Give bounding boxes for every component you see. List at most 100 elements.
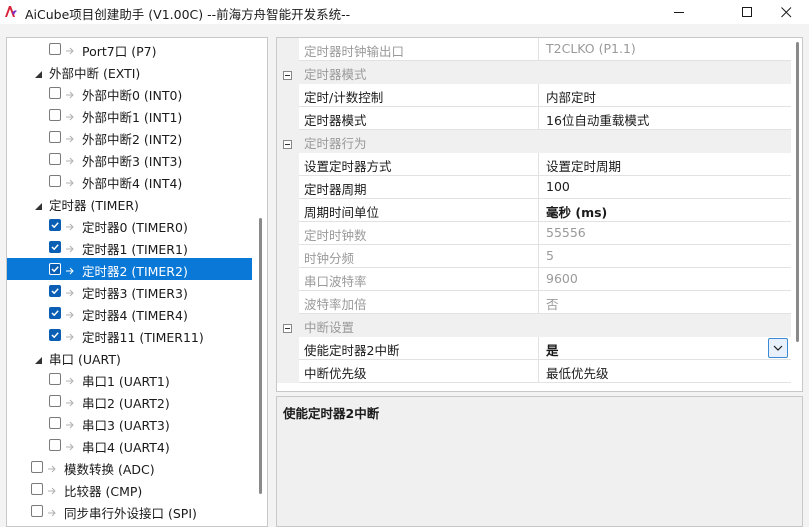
arrow-right-icon — [65, 330, 75, 341]
tree-item[interactable]: 定时器1 (TIMER1) — [7, 236, 252, 258]
tree-item[interactable]: 串口2 (UART2) — [7, 390, 252, 412]
property-value[interactable]: 设置定时周期 — [539, 153, 791, 176]
expand-chevron-icon[interactable] — [34, 199, 43, 210]
property-name: 定时器周期 — [299, 176, 539, 199]
expand-chevron-icon[interactable] — [34, 67, 43, 78]
tree-item[interactable]: 定时器2 (TIMER2) — [7, 258, 252, 280]
tree-item[interactable]: 定时器4 (TIMER4) — [7, 302, 252, 324]
tree-group-item[interactable]: 外部中断 (EXTI) — [7, 60, 252, 82]
tree-item-label: 串口1 (UART1) — [82, 374, 170, 389]
minimize-button[interactable] — [656, 0, 702, 24]
arrow-right-icon — [65, 440, 75, 451]
tree-item[interactable]: 定时器3 (TIMER3) — [7, 280, 252, 302]
collapse-toggle-icon[interactable] — [283, 68, 292, 80]
tree-item-label: 定时器2 (TIMER2) — [82, 264, 188, 279]
arrow-right-icon — [65, 286, 75, 297]
property-gutter — [277, 107, 299, 130]
checked-checkbox[interactable] — [49, 263, 61, 275]
property-category[interactable]: 定时器行为 — [277, 130, 791, 153]
property-row[interactable]: 使能定时器2中断是 — [277, 337, 791, 360]
property-gutter — [277, 84, 299, 107]
property-category-label: 定时器模式 — [304, 67, 367, 82]
checkbox[interactable] — [31, 505, 43, 517]
property-row[interactable]: 周期时间单位 毫秒 (ms) — [277, 199, 791, 222]
property-value[interactable]: 内部定时 — [539, 84, 791, 107]
property-value[interactable]: 最低优先级 — [539, 360, 791, 383]
tree-item[interactable]: 同步串行外设接口 (SPI) — [7, 500, 252, 522]
checkbox[interactable] — [49, 131, 61, 143]
tree-item[interactable]: 串口4 (UART4) — [7, 434, 252, 456]
close-icon — [780, 6, 791, 17]
tree-item-label: 外部中断 (EXTI) — [49, 66, 141, 81]
checkbox[interactable] — [49, 153, 61, 165]
maximize-icon — [741, 6, 752, 17]
expand-chevron-icon[interactable] — [34, 353, 43, 364]
dropdown-button[interactable] — [768, 338, 788, 358]
property-grid-scrollbar[interactable] — [796, 42, 799, 342]
property-gutter — [277, 199, 299, 222]
collapse-toggle-icon[interactable] — [283, 321, 292, 333]
checked-checkbox[interactable] — [49, 307, 61, 319]
property-gutter — [277, 268, 299, 291]
property-value: T2CLKO (P1.1) — [539, 38, 791, 61]
close-button[interactable] — [763, 0, 809, 24]
tree-item[interactable]: 定时器11 (TIMER11) — [7, 324, 252, 346]
property-value[interactable]: 16位自动重载模式 — [539, 107, 791, 130]
tree-item[interactable]: 定时器0 (TIMER0) — [7, 214, 252, 236]
property-row[interactable]: 定时器模式 16位自动重载模式 — [277, 107, 791, 130]
tree-item-label: 定时器11 (TIMER11) — [82, 330, 204, 345]
property-name: 定时器时钟输出口 — [299, 38, 539, 61]
property-row[interactable]: 中断优先级 最低优先级 — [277, 360, 791, 383]
checked-checkbox[interactable] — [49, 329, 61, 341]
collapse-toggle-icon[interactable] — [283, 137, 292, 149]
arrow-right-icon — [65, 242, 75, 253]
property-value[interactable]: 100 — [539, 176, 791, 199]
tree-item[interactable]: 外部中断2 (INT2) — [7, 126, 252, 148]
checkbox[interactable] — [49, 439, 61, 451]
tree-item[interactable]: Port7口 (P7) — [7, 38, 252, 60]
tree-item[interactable]: 外部中断0 (INT0) — [7, 82, 252, 104]
checkbox[interactable] — [49, 175, 61, 187]
minimize-icon — [673, 11, 684, 13]
tree-item-label: 比较器 (CMP) — [64, 484, 143, 499]
property-row[interactable]: 定时/计数控制 内部定时 — [277, 84, 791, 107]
property-category[interactable]: 中断设置 — [277, 314, 791, 337]
checkbox[interactable] — [49, 87, 61, 99]
property-row[interactable]: 设置定时器方式 设置定时周期 — [277, 153, 791, 176]
property-gutter — [277, 337, 299, 360]
tree-scrollbar[interactable] — [259, 218, 262, 494]
tree-item[interactable]: 外部中断3 (INT3) — [7, 148, 252, 170]
arrow-right-icon — [65, 308, 75, 319]
tree-item-label: 串口2 (UART2) — [82, 396, 170, 411]
checkbox[interactable] — [49, 417, 61, 429]
tree-item[interactable]: 串口1 (UART1) — [7, 368, 252, 390]
checkbox[interactable] — [49, 395, 61, 407]
window-title: AiCube项目创建助手 (V1.00C) --前海方舟智能开发系统-- — [25, 7, 351, 22]
checked-checkbox[interactable] — [49, 241, 61, 253]
checkbox[interactable] — [49, 373, 61, 385]
tree-item[interactable]: 比较器 (CMP) — [7, 478, 252, 500]
checked-checkbox[interactable] — [49, 285, 61, 297]
tree-item-label: 外部中断4 (INT4) — [82, 176, 183, 191]
property-value[interactable]: 毫秒 (ms) — [539, 199, 791, 222]
property-value[interactable]: 是 — [539, 337, 791, 360]
arrow-right-icon — [65, 176, 75, 187]
property-name: 设置定时器方式 — [299, 153, 539, 176]
tree-item-label: 外部中断1 (INT1) — [82, 110, 183, 125]
property-category[interactable]: 定时器模式 — [277, 61, 791, 84]
checkbox[interactable] — [49, 109, 61, 121]
checkbox[interactable] — [31, 461, 43, 473]
checkbox[interactable] — [31, 483, 43, 495]
tree-group-item[interactable]: 定时器 (TIMER) — [7, 192, 252, 214]
arrow-right-icon — [65, 374, 75, 385]
arrow-right-icon — [65, 396, 75, 407]
property-row[interactable]: 定时器周期 100 — [277, 176, 791, 199]
tree-group-item[interactable]: 串口 (UART) — [7, 346, 252, 368]
tree-item-label: Port7口 (P7) — [82, 44, 157, 59]
checked-checkbox[interactable] — [49, 219, 61, 231]
tree-item[interactable]: 串口3 (UART3) — [7, 412, 252, 434]
tree-item[interactable]: 模数转换 (ADC) — [7, 456, 252, 478]
tree-item[interactable]: 外部中断4 (INT4) — [7, 170, 252, 192]
checkbox[interactable] — [49, 43, 61, 55]
tree-item[interactable]: 外部中断1 (INT1) — [7, 104, 252, 126]
